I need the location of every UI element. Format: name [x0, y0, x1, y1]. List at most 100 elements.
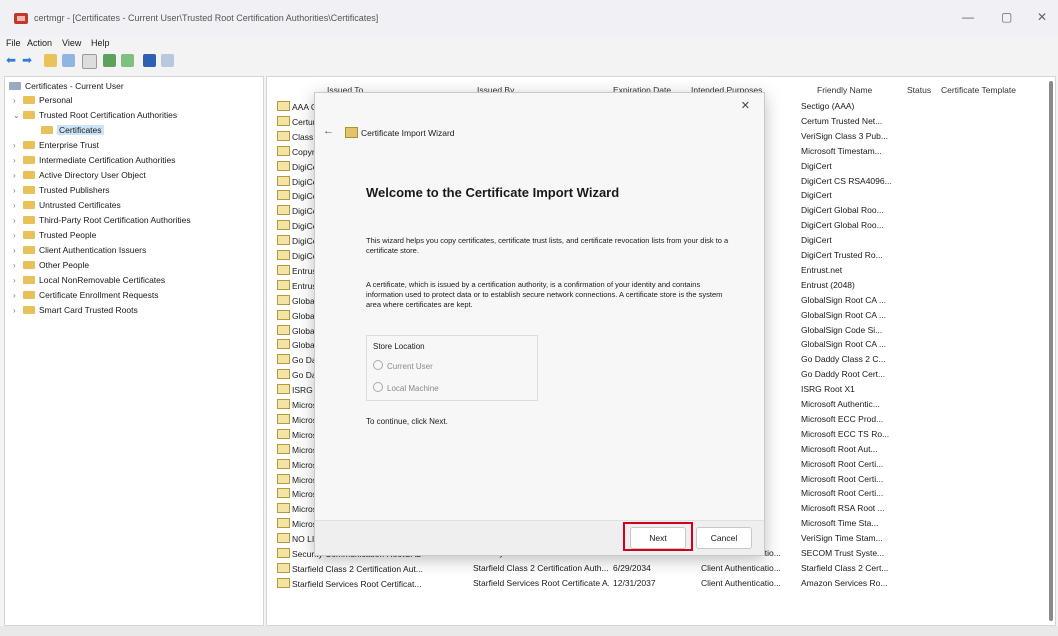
certificate-icon: [277, 577, 290, 588]
show-hide-tree-icon[interactable]: [62, 54, 75, 67]
vertical-scrollbar[interactable]: [1049, 81, 1053, 621]
certificate-icon: [277, 160, 290, 171]
tree-item-active-directory[interactable]: › Active Directory User Object: [13, 170, 146, 182]
cell-expiration: 12/31/2037: [613, 577, 656, 588]
tree-item-enrollment-requests[interactable]: › Certificate Enrollment Requests: [13, 290, 159, 302]
tree-item-third-party[interactable]: › Third-Party Root Certification Authorit…: [13, 215, 191, 227]
certificate-icon: [277, 145, 290, 156]
cell-friendly-name: DigiCert: [801, 160, 832, 171]
tree-item-trusted-people[interactable]: › Trusted People: [13, 230, 96, 242]
store-location-label: Store Location: [373, 342, 425, 351]
close-window-button[interactable]: ✕: [1037, 10, 1047, 24]
folder-icon: [23, 276, 35, 284]
table-row[interactable]: Starfield Services Root Certificat... Sta…: [267, 577, 1047, 591]
store-location-group: Store Location Current User Local Machin…: [366, 335, 538, 401]
chevron-right-icon: ›: [13, 246, 16, 255]
certificate-icon: [277, 309, 290, 320]
menu-view[interactable]: View: [62, 38, 81, 48]
tree-item-untrusted[interactable]: › Untrusted Certificates: [13, 200, 121, 212]
next-button[interactable]: Next: [630, 527, 686, 549]
folder-icon: [23, 291, 35, 299]
tree-item-local-nonremovable[interactable]: › Local NonRemovable Certificates: [13, 275, 165, 287]
certificate-icon: [277, 413, 290, 424]
cell-issued-to: Starfield Services Root Certificat...: [277, 577, 467, 589]
tree-item-client-auth[interactable]: › Client Authentication Issuers: [13, 245, 146, 257]
menu-bar: File Action View Help: [0, 36, 1058, 52]
folder-icon: [23, 156, 35, 164]
menu-help[interactable]: Help: [91, 38, 110, 48]
certificate-icon: [277, 115, 290, 126]
certmgr-app-icon: [14, 13, 28, 24]
certificate-icon: [277, 533, 290, 544]
chevron-right-icon: ›: [13, 141, 16, 150]
maximize-button[interactable]: ▢: [1001, 10, 1012, 24]
cell-friendly-name: DigiCert CS RSA4096...: [801, 175, 892, 186]
wizard-back-button[interactable]: ←: [323, 125, 334, 137]
cell-friendly-name: DigiCert Trusted Ro...: [801, 250, 883, 260]
column-status[interactable]: Status: [907, 85, 931, 95]
tree-item-personal[interactable]: › Personal: [13, 95, 73, 107]
toolbar: ⬅ ➡: [0, 52, 1058, 70]
cell-friendly-name: VeriSign Class 3 Pub...: [801, 130, 888, 141]
tree-item-smart-card[interactable]: › Smart Card Trusted Roots: [13, 305, 138, 317]
chevron-right-icon: ›: [13, 201, 16, 210]
cell-friendly-name: Microsoft ECC TS Ro...: [801, 428, 890, 439]
wizard-heading: Welcome to the Certificate Import Wizard: [366, 185, 620, 200]
properties-icon[interactable]: [161, 54, 174, 67]
menu-file[interactable]: File: [6, 38, 21, 48]
wizard-header-title: Certificate Import Wizard: [361, 128, 455, 138]
chevron-right-icon: ›: [13, 96, 16, 105]
up-folder-icon[interactable]: [44, 54, 57, 67]
cell-friendly-name: DigiCert Global Roo...: [801, 220, 884, 231]
cell-friendly-name: Microsoft ECC Prod...: [801, 413, 884, 424]
minimize-button[interactable]: —: [962, 10, 974, 24]
chevron-right-icon: ›: [13, 171, 16, 180]
help-icon[interactable]: [143, 54, 156, 67]
cell-friendly-name: GlobalSign Code Si...: [801, 324, 883, 335]
radio-local-machine[interactable]: Local Machine: [373, 382, 439, 393]
folder-icon: [23, 186, 35, 194]
column-template[interactable]: Certificate Template: [941, 85, 1016, 95]
cell-friendly-name: Entrust (2048): [801, 279, 855, 290]
chevron-right-icon: ›: [13, 231, 16, 240]
refresh-icon[interactable]: [103, 54, 116, 67]
chevron-right-icon: ›: [13, 261, 16, 270]
cell-friendly-name: Microsoft Root Aut...: [801, 443, 878, 454]
tree-item-certificates[interactable]: Certificates: [41, 125, 104, 137]
column-friendly-name[interactable]: Friendly Name: [817, 85, 872, 95]
folder-icon: [23, 216, 35, 224]
tree-item-intermediate[interactable]: › Intermediate Certification Authorities: [13, 155, 176, 167]
tree-item-trusted-root[interactable]: ⌄ Trusted Root Certification Authorities: [13, 110, 177, 122]
forward-arrow-icon[interactable]: ➡: [22, 54, 35, 67]
wizard-footer: Next Cancel: [315, 520, 764, 555]
menu-action[interactable]: Action: [27, 38, 52, 48]
radio-current-user[interactable]: Current User: [373, 360, 433, 371]
certificate-icon: [277, 369, 290, 380]
certificate-icon: [277, 294, 290, 305]
copy-icon[interactable]: [82, 54, 97, 69]
certificate-import-wizard: ✕ ← Certificate Import Wizard Welcome to…: [314, 92, 765, 556]
cell-friendly-name: Microsoft Root Certi...: [801, 458, 884, 469]
back-arrow-icon[interactable]: ⬅: [6, 54, 19, 67]
cell-issued-by: Starfield Class 2 Certification Auth...: [473, 562, 609, 573]
cell-friendly-name: Microsoft Time Sta...: [801, 518, 879, 529]
cell-friendly-name: ISRG Root X1: [801, 384, 855, 395]
cell-friendly-name: GlobalSign Root CA ...: [801, 309, 887, 320]
continue-instruction: To continue, click Next.: [366, 417, 448, 426]
table-row[interactable]: Starfield Class 2 Certification Aut... St…: [267, 562, 1047, 576]
cell-friendly-name: Microsoft Root Certi...: [801, 473, 884, 484]
cell-friendly-name: GlobalSign Root CA ...: [801, 339, 887, 350]
export-list-icon[interactable]: [121, 54, 134, 67]
tree-item-trusted-publishers[interactable]: › Trusted Publishers: [13, 185, 110, 197]
tree-item-enterprise-trust[interactable]: › Enterprise Trust: [13, 140, 99, 152]
cell-friendly-name: Go Daddy Class 2 C...: [801, 354, 886, 365]
folder-icon: [23, 246, 35, 254]
tree-item-other-people[interactable]: › Other People: [13, 260, 89, 272]
cancel-button[interactable]: Cancel: [696, 527, 752, 549]
wizard-close-button[interactable]: ✕: [741, 99, 750, 112]
tree-root[interactable]: Certificates - Current User: [9, 81, 124, 93]
cell-friendly-name: Go Daddy Root Cert...: [801, 369, 886, 380]
wizard-intro-text: This wizard helps you copy certificates,…: [366, 236, 729, 255]
cell-friendly-name: SECOM Trust Syste...: [801, 548, 885, 558]
folder-icon: [23, 306, 35, 314]
